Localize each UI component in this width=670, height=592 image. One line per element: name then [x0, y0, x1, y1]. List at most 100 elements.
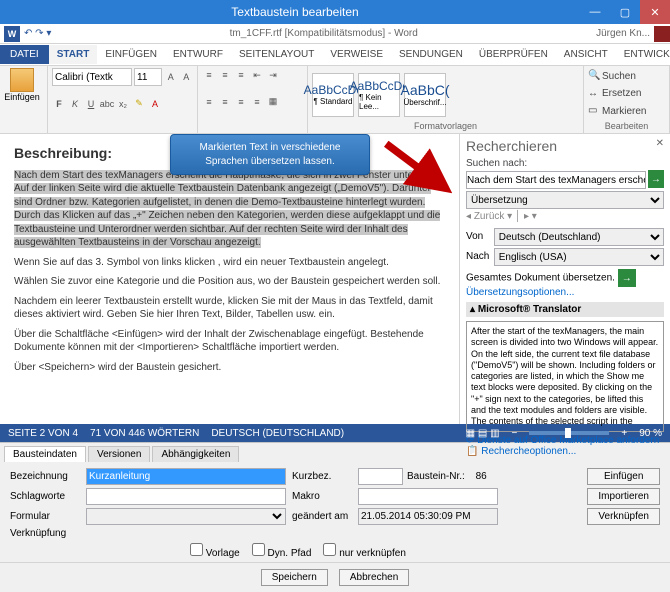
- tab-view[interactable]: ANSICHT: [556, 45, 616, 64]
- shading-icon[interactable]: ▦: [266, 95, 280, 109]
- doc-para: Wählen Sie zuvor eine Kategorie und die …: [14, 275, 445, 289]
- dynpfad-checkbox[interactable]: Dyn. Pfad: [252, 543, 312, 559]
- maximize-button[interactable]: ▢: [610, 0, 640, 24]
- numbering-icon[interactable]: ≡: [218, 68, 232, 82]
- select-button[interactable]: ▭Markieren: [588, 103, 665, 119]
- ribbon-tabs: DATEI START EINFÜGEN ENTWURF SEITENLAYOU…: [0, 44, 670, 66]
- tab-bausteindaten[interactable]: Bausteindaten: [4, 446, 86, 462]
- line-spacing-icon[interactable]: ≡: [250, 95, 264, 109]
- language-indicator[interactable]: DEUTSCH (DEUTSCHLAND): [211, 428, 344, 439]
- account-menu[interactable]: Jürgen Kn...: [596, 26, 670, 42]
- tab-layout[interactable]: SEITENLAYOUT: [231, 45, 322, 64]
- tab-abhaengigkeiten[interactable]: Abhängigkeiten: [152, 446, 239, 462]
- back-button[interactable]: ◂ Zurück ▾ │ ▸ ▾: [466, 211, 664, 222]
- zoom-slider[interactable]: [529, 431, 609, 435]
- close-button[interactable]: ✕: [640, 0, 670, 24]
- source-select[interactable]: Übersetzung: [466, 191, 664, 209]
- formular-label: Formular: [10, 511, 80, 522]
- paste-button[interactable]: Einfügen: [4, 68, 40, 102]
- zoom-level[interactable]: 90 %: [639, 428, 662, 439]
- tab-review[interactable]: ÜBERPRÜFEN: [471, 45, 556, 64]
- search-input[interactable]: [466, 171, 646, 189]
- tab-insert[interactable]: EINFÜGEN: [97, 45, 165, 64]
- tab-mailings[interactable]: SENDUNGEN: [391, 45, 471, 64]
- file-tab[interactable]: DATEI: [0, 45, 49, 64]
- research-title: Recherchieren: [466, 138, 664, 154]
- style-heading[interactable]: AaBbC(Überschrif...: [404, 73, 446, 117]
- highlight-icon[interactable]: ✎: [132, 97, 146, 111]
- verknuepfung-label: Verknüpfung: [10, 528, 80, 539]
- document-title: tm_1CFF.rtf [Kompatibilitätsmodus] - Wor…: [51, 28, 596, 39]
- bezeichnung-label: Bezeichnung: [10, 471, 80, 482]
- outer-titlebar: Textbaustein bearbeiten — ▢ ✕: [0, 0, 670, 24]
- tab-references[interactable]: VERWEISE: [322, 45, 391, 64]
- page-indicator[interactable]: SEITE 2 VON 4: [8, 428, 78, 439]
- find-button[interactable]: 🔍Suchen: [588, 68, 665, 84]
- align-right-icon[interactable]: ≡: [234, 95, 248, 109]
- quick-access-toolbar[interactable]: ↶ ↷ ▾: [24, 28, 51, 39]
- view-buttons[interactable]: ▦ ▤ ▥: [466, 428, 500, 439]
- tab-devtools[interactable]: ENTWICKLERTOOLS: [616, 45, 670, 64]
- font-color-icon[interactable]: A: [148, 97, 162, 111]
- font-name-select[interactable]: [52, 68, 132, 86]
- geaendert-label: geändert am: [292, 511, 352, 522]
- abbrechen-button[interactable]: Abbrechen: [339, 569, 409, 586]
- word-count[interactable]: 71 VON 446 WÖRTERN: [90, 428, 199, 439]
- replace-button[interactable]: ↔Ersetzen: [588, 86, 665, 102]
- translate-doc-link[interactable]: Gesamtes Dokument übersetzen. →: [466, 269, 664, 287]
- font-size-select[interactable]: [134, 68, 162, 86]
- clipboard-group: Einfügen: [0, 66, 48, 133]
- doc-para: Wenn Sie auf das 3. Symbol von links kli…: [14, 256, 445, 270]
- italic-icon[interactable]: K: [68, 97, 82, 111]
- formular-select[interactable]: [86, 508, 286, 525]
- grow-font-icon[interactable]: A: [164, 70, 178, 84]
- outdent-icon[interactable]: ⇥: [266, 68, 280, 82]
- schlagworte-input[interactable]: [86, 488, 286, 505]
- word-titlebar: W ↶ ↷ ▾ tm_1CFF.rtf [Kompatibilitätsmodu…: [0, 24, 670, 44]
- translator-header[interactable]: ▴ Microsoft® Translator: [466, 302, 664, 317]
- zoom-out-button[interactable]: −: [512, 428, 518, 439]
- strike-icon[interactable]: abc: [100, 97, 114, 111]
- bullets-icon[interactable]: ≡: [202, 68, 216, 82]
- style-standard[interactable]: AaBbCcDc¶ Standard: [312, 73, 354, 117]
- from-lang-select[interactable]: Deutsch (Deutschland): [494, 228, 664, 246]
- indent-icon[interactable]: ⇤: [250, 68, 264, 82]
- shrink-font-icon[interactable]: A: [180, 70, 194, 84]
- subscript-icon[interactable]: x₂: [116, 97, 130, 111]
- tab-start[interactable]: START: [49, 45, 98, 64]
- translation-options-link[interactable]: Übersetzungsoptionen...: [466, 287, 664, 298]
- kurzbez-input[interactable]: [358, 468, 403, 485]
- kurzbez-label: Kurzbez.: [292, 471, 352, 482]
- pane-close-icon[interactable]: ✕: [656, 138, 664, 149]
- ribbon: Einfügen A A F K U abc x₂ ✎ A ≡ ≡ ≡ ⇤ ⇥: [0, 66, 670, 134]
- minimize-button[interactable]: —: [580, 0, 610, 24]
- tab-versionen[interactable]: Versionen: [88, 446, 150, 462]
- tab-design[interactable]: ENTWURF: [165, 45, 231, 64]
- verknuepfen-button[interactable]: Verknüpfen: [587, 508, 660, 525]
- underline-icon[interactable]: U: [84, 97, 98, 111]
- research-pane: ✕ Recherchieren Suchen nach: → Übersetzu…: [460, 134, 670, 424]
- vorlage-checkbox[interactable]: Vorlage: [190, 543, 240, 559]
- align-center-icon[interactable]: ≡: [218, 95, 232, 109]
- document-pane[interactable]: Markierten Text in verschiedene Sprachen…: [0, 134, 460, 424]
- avatar: [654, 26, 670, 42]
- selected-text[interactable]: Nach dem Start des texManagers erscheint…: [14, 170, 440, 249]
- bezeichnung-input[interactable]: [86, 468, 286, 485]
- zoom-in-button[interactable]: +: [621, 428, 627, 439]
- makro-input[interactable]: [358, 488, 498, 505]
- bold-icon[interactable]: F: [52, 97, 66, 111]
- to-lang-select[interactable]: Englisch (USA): [494, 248, 664, 266]
- nurverknuepfen-checkbox[interactable]: nur verknüpfen: [323, 543, 406, 559]
- style-nospacing[interactable]: AaBbCcDc¶ Kein Lee...: [358, 73, 400, 117]
- research-options-link[interactable]: 📋 Rechercheoptionen...: [466, 446, 664, 457]
- editing-group: 🔍Suchen ↔Ersetzen ▭Markieren Bearbeiten: [584, 66, 670, 133]
- einfuegen-button[interactable]: Einfügen: [587, 468, 660, 485]
- align-left-icon[interactable]: ≡: [202, 95, 216, 109]
- search-label: Suchen nach:: [466, 158, 664, 169]
- multilevel-icon[interactable]: ≡: [234, 68, 248, 82]
- dialog-buttons: Speichern Abbrechen: [0, 562, 670, 592]
- speichern-button[interactable]: Speichern: [261, 569, 328, 586]
- importieren-button[interactable]: Importieren: [587, 488, 660, 505]
- translation-result: After the start of the texManagers, the …: [466, 321, 664, 432]
- search-go-button[interactable]: →: [648, 170, 664, 188]
